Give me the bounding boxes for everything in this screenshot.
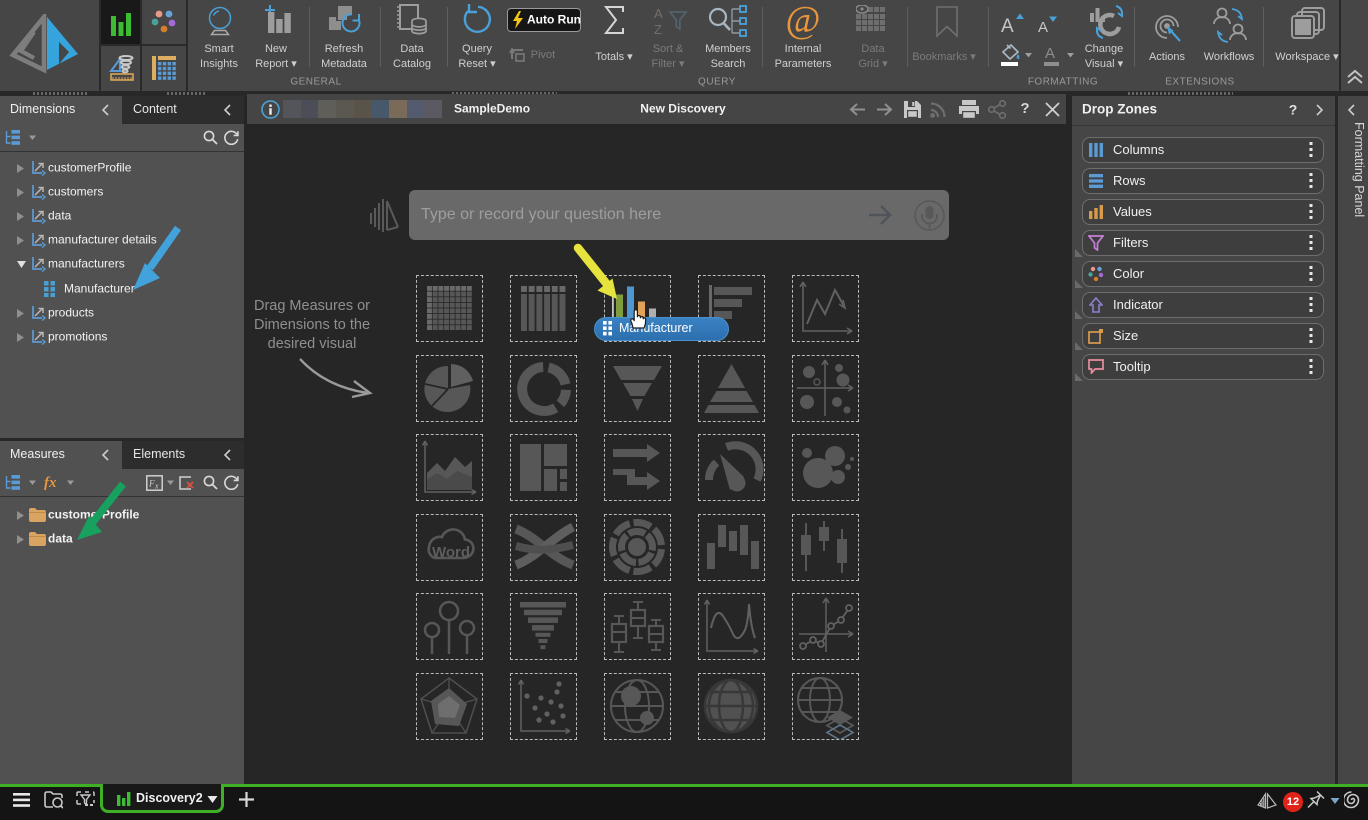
- svg-text:F: F: [148, 479, 155, 489]
- svg-text:x: x: [154, 482, 159, 491]
- svg-text:A: A: [1045, 45, 1055, 62]
- svg-text:A: A: [1038, 19, 1048, 36]
- svg-text:Word: Word: [432, 544, 470, 561]
- svg-text:A: A: [1001, 16, 1014, 36]
